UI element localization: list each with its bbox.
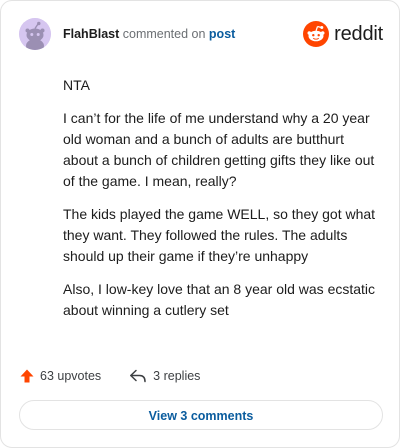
view-comments-button[interactable]: View 3 comments <box>19 400 383 430</box>
reply-count: 3 replies <box>153 369 201 383</box>
logo-text: reddit <box>334 22 383 45</box>
user-avatar-icon[interactable] <box>19 18 51 50</box>
author-name[interactable]: FlahBlast <box>63 27 119 41</box>
comment-paragraph: I can’t for the life of me understand wh… <box>63 110 375 189</box>
comment-meta: FlahBlast commented on post <box>63 27 235 41</box>
comment-body: NTA I can’t for the life of me understan… <box>63 75 381 333</box>
post-link[interactable]: post <box>209 27 235 41</box>
comment-paragraph: Also, I low-key love that an 8 year old … <box>63 281 376 318</box>
comment-actions: 63 upvotes 3 replies <box>19 365 200 387</box>
action-text: commented on <box>122 27 206 41</box>
reddit-logo-icon <box>303 21 330 47</box>
reply-arrow-icon <box>130 369 146 383</box>
replies-button[interactable]: 3 replies <box>129 369 200 383</box>
comment-card: FlahBlast commented on post reddit NTA I… <box>0 0 400 448</box>
comment-paragraph: NTA <box>63 77 90 93</box>
comment-paragraph: The kids played the game WELL, so they g… <box>63 206 376 264</box>
comment-header: FlahBlast commented on post reddit <box>19 18 383 50</box>
upvote-count: 63 upvotes <box>40 369 102 383</box>
reddit-logo[interactable]: reddit <box>303 20 383 48</box>
upvote-button[interactable]: 63 upvotes <box>19 368 101 384</box>
upvote-arrow-icon <box>20 369 34 383</box>
